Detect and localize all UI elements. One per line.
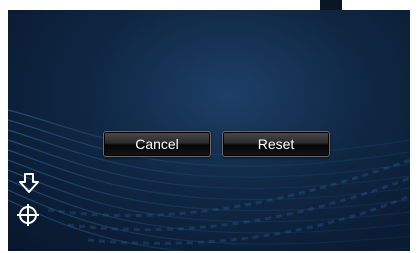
crosshair-icon[interactable] [16,203,40,227]
top-edge-marker [320,0,342,10]
reset-button[interactable]: Reset [222,131,330,157]
arrow-down-icon[interactable] [18,172,40,194]
touchscreen-display: Cancel Reset [8,10,410,251]
cancel-button[interactable]: Cancel [103,131,211,157]
